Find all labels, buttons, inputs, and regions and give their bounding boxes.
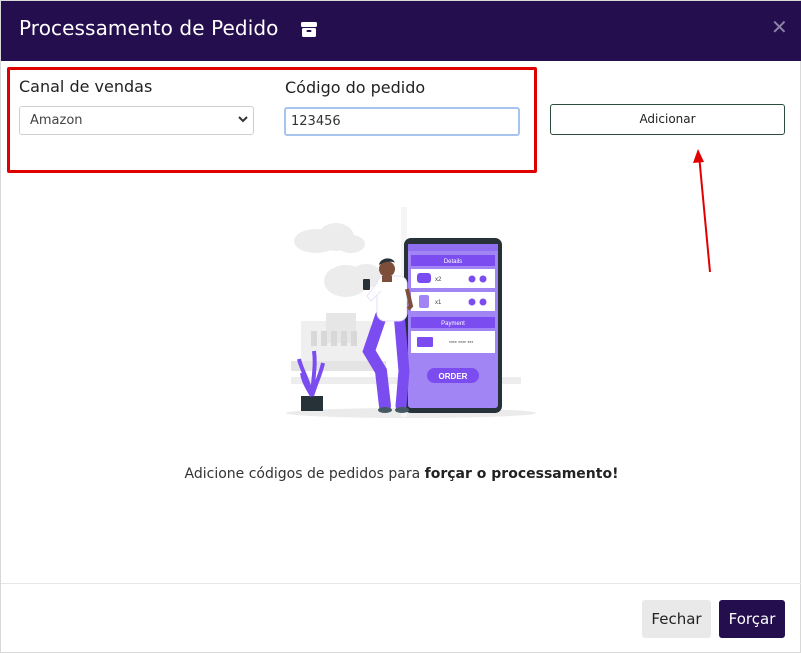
illus-qty-1: x2 — [435, 277, 442, 283]
modal-header: Processamento de Pedido ✕ — [1, 1, 801, 61]
footer-divider — [1, 583, 801, 584]
order-processing-modal: Processamento de Pedido ✕ Canal de venda… — [0, 0, 801, 653]
illus-details-label: Details — [444, 259, 462, 265]
illus-card-number: **** **** *** — [449, 341, 473, 347]
hint-text: Adicione códigos de pedidos para forçar … — [1, 466, 801, 482]
modal-title: Processamento de Pedido — [19, 16, 279, 40]
order-code-value: 123456 — [291, 114, 341, 129]
channel-select-value: Amazon — [30, 113, 83, 128]
annotation-arrow — [693, 149, 711, 273]
hint-prefix: Adicione códigos de pedidos para — [184, 466, 425, 482]
add-button[interactable]: Adicionar — [550, 104, 785, 135]
illus-order-button: ORDER — [439, 372, 468, 381]
close-icon[interactable]: ✕ — [771, 15, 788, 39]
illus-qty-2: x1 — [435, 300, 442, 306]
order-code-label: Código do pedido — [285, 78, 426, 97]
close-button[interactable]: Fechar — [642, 600, 711, 638]
order-illustration: Details x2 x1 Payment **** **** *** ORDE… — [286, 207, 536, 418]
illus-payment-label: Payment — [441, 321, 465, 327]
hint-emphasis: forçar o processamento! — [424, 466, 619, 482]
chevron-down-icon — [238, 116, 248, 123]
channel-select[interactable]: Amazon — [19, 106, 254, 135]
channel-label: Canal de vendas — [19, 77, 153, 96]
order-code-input[interactable]: 123456 — [284, 107, 520, 136]
force-button[interactable]: Forçar — [719, 600, 785, 638]
box-icon — [301, 22, 317, 37]
